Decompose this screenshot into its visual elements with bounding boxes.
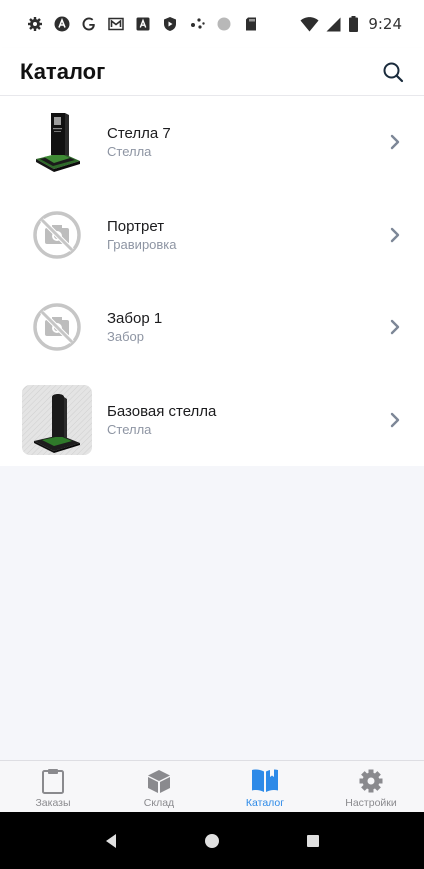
sd-card-icon bbox=[242, 16, 259, 33]
home-circle-icon bbox=[204, 833, 219, 848]
gmail-icon bbox=[107, 16, 124, 33]
chevron-right-icon bbox=[390, 135, 400, 150]
catalog-list: Стелла 7 Стелла Портрет Гравировка Забор… bbox=[0, 96, 424, 466]
book-icon bbox=[252, 769, 278, 792]
status-bar: 9:24 bbox=[0, 0, 424, 48]
status-time: 9:24 bbox=[368, 15, 402, 33]
a-square-icon bbox=[134, 16, 151, 33]
tab-label: Настройки bbox=[345, 797, 397, 809]
tab-settings[interactable]: Настройки bbox=[318, 761, 424, 812]
search-button[interactable] bbox=[378, 57, 408, 87]
wifi-icon bbox=[299, 16, 319, 33]
item-text: Забор 1 Забор bbox=[107, 310, 162, 344]
chevron-right-icon bbox=[390, 412, 400, 427]
item-text: Портрет Гравировка bbox=[107, 218, 177, 252]
search-icon bbox=[383, 62, 404, 82]
page-title: Каталог bbox=[20, 58, 106, 84]
tab-warehouse[interactable]: Склад bbox=[106, 761, 212, 812]
gear-icon bbox=[359, 769, 383, 793]
product-thumbnail bbox=[22, 384, 92, 455]
product-thumbnail bbox=[22, 107, 92, 177]
item-subtitle: Гравировка bbox=[107, 236, 177, 252]
product-thumbnail bbox=[22, 292, 92, 362]
dots-icon bbox=[188, 16, 205, 33]
no-photo-icon bbox=[33, 211, 81, 259]
tab-label: Склад bbox=[143, 797, 175, 809]
a-circle-icon bbox=[53, 16, 70, 33]
google-g-icon bbox=[80, 16, 97, 33]
tab-catalog[interactable]: Каталог bbox=[212, 761, 318, 812]
item-title: Забор 1 bbox=[107, 310, 163, 328]
tab-orders[interactable]: Заказы bbox=[0, 761, 106, 812]
chevron-right-icon bbox=[390, 227, 400, 242]
box-icon bbox=[148, 770, 170, 793]
signal-icon bbox=[325, 16, 342, 33]
item-text: Базовая стелла Стелла bbox=[107, 403, 216, 437]
product-thumbnail bbox=[22, 200, 92, 270]
item-subtitle: Стелла bbox=[107, 421, 152, 437]
home-button[interactable] bbox=[192, 821, 232, 861]
recents-button[interactable] bbox=[293, 821, 333, 861]
item-title: Базовая стелла bbox=[107, 402, 217, 420]
notification-icons bbox=[26, 16, 259, 33]
shield-play-icon bbox=[161, 16, 178, 33]
list-item[interactable]: Портрет Гравировка bbox=[0, 189, 424, 282]
item-subtitle: Стелла bbox=[107, 144, 152, 160]
tab-label: Каталог bbox=[245, 797, 285, 809]
item-subtitle: Забор bbox=[107, 329, 144, 345]
no-photo-icon bbox=[33, 303, 81, 351]
clipboard-icon bbox=[42, 769, 64, 794]
system-navigation-bar bbox=[0, 812, 424, 869]
battery-icon bbox=[348, 16, 358, 33]
bottom-tab-bar: Заказы Склад Каталог Настройки bbox=[0, 760, 424, 812]
circle-icon bbox=[215, 16, 232, 33]
item-text: Стелла 7 Стелла bbox=[107, 125, 171, 159]
empty-content-area bbox=[0, 466, 424, 760]
settings-gear-icon bbox=[26, 16, 43, 33]
item-title: Стелла 7 bbox=[107, 125, 171, 143]
chevron-right-icon bbox=[390, 320, 400, 335]
list-item[interactable]: Базовая стелла Стелла bbox=[0, 374, 424, 467]
list-item[interactable]: Забор 1 Забор bbox=[0, 281, 424, 374]
list-item[interactable]: Стелла 7 Стелла bbox=[0, 96, 424, 189]
app-header: Каталог bbox=[0, 48, 424, 96]
back-triangle-icon bbox=[105, 833, 116, 848]
system-status-icons: 9:24 bbox=[299, 15, 402, 33]
stele-image bbox=[22, 384, 92, 455]
item-title: Портрет bbox=[107, 217, 165, 235]
stele-image bbox=[36, 113, 80, 173]
recents-square-icon bbox=[307, 834, 320, 847]
tab-label: Заказы bbox=[35, 797, 71, 809]
back-button[interactable] bbox=[91, 821, 131, 861]
